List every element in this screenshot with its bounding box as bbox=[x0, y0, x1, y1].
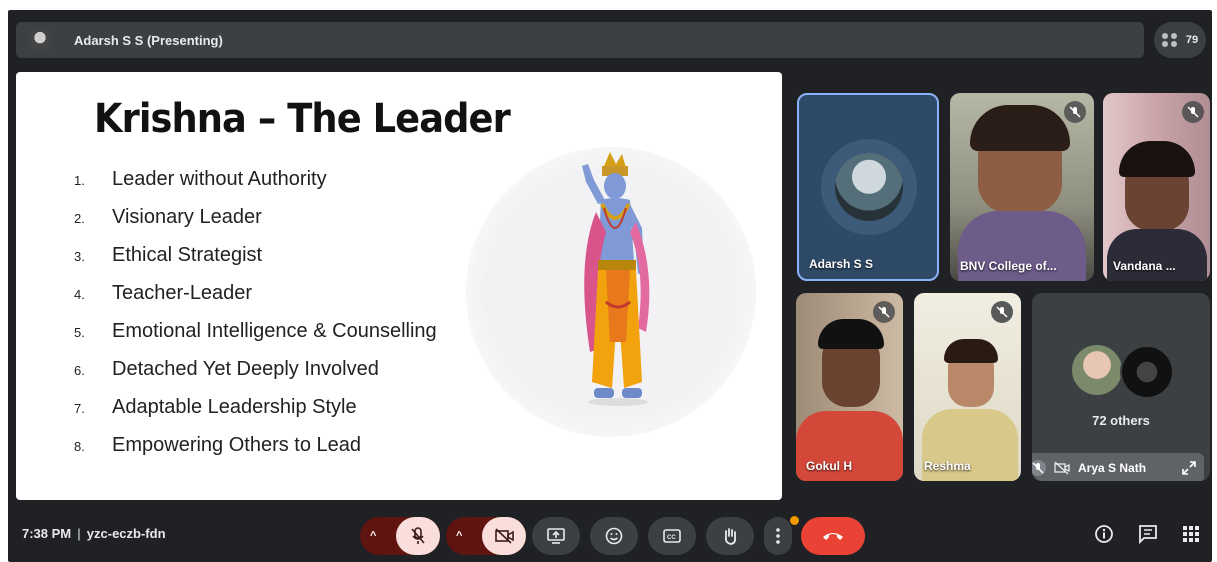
participant-tile-reshma[interactable]: Reshma bbox=[914, 293, 1021, 481]
info-icon bbox=[1095, 525, 1113, 543]
chat-icon bbox=[1139, 525, 1157, 545]
avatar bbox=[835, 153, 903, 221]
list-item: 8. Empowering Others to Lead bbox=[74, 434, 437, 472]
list-text: Leader without Authority bbox=[112, 168, 327, 190]
mic-off-icon bbox=[873, 301, 895, 323]
video-hair bbox=[944, 339, 998, 363]
presenter-label: Adarsh S S (Presenting) bbox=[74, 32, 223, 48]
hang-up-icon bbox=[823, 533, 843, 540]
participant-tile-vandana[interactable]: Vandana ... bbox=[1103, 93, 1210, 281]
control-bar: 7:38 PM | yzc-eczb-fdn ^ ^ CC bbox=[8, 510, 1212, 562]
presenter-avatar bbox=[28, 28, 52, 52]
list-item: 3. Ethical Strategist bbox=[74, 244, 437, 282]
meeting-details-button[interactable] bbox=[1094, 524, 1114, 549]
others-avatar bbox=[1072, 345, 1122, 395]
list-number: 1. bbox=[74, 173, 85, 188]
camera-group: ^ bbox=[446, 517, 526, 555]
arya-chip[interactable]: Arya S Nath bbox=[1032, 453, 1204, 481]
present-screen-icon bbox=[547, 528, 565, 544]
captions-button[interactable]: CC bbox=[648, 517, 696, 555]
list-item: 2. Visionary Leader bbox=[74, 206, 437, 244]
chat-button[interactable] bbox=[1138, 524, 1158, 549]
mic-off-icon bbox=[411, 527, 425, 544]
list-item: 7. Adaptable Leadership Style bbox=[74, 396, 437, 434]
mic-off-icon bbox=[1032, 460, 1046, 476]
list-text: Detached Yet Deeply Involved bbox=[112, 358, 379, 380]
mic-off-icon bbox=[1064, 101, 1086, 123]
list-text: Emotional Intelligence & Counselling bbox=[112, 320, 437, 342]
others-tile[interactable]: 72 others Arya S Nath bbox=[1032, 293, 1210, 481]
list-text: Visionary Leader bbox=[112, 206, 262, 228]
hand-icon bbox=[724, 528, 737, 545]
notification-dot bbox=[790, 516, 799, 525]
more-options-button[interactable] bbox=[764, 517, 792, 555]
slide-title: Krishna – The Leader bbox=[94, 96, 511, 142]
mic-off-icon bbox=[1182, 101, 1204, 123]
mic-options-chevron-icon[interactable]: ^ bbox=[370, 530, 376, 542]
video-hair bbox=[1119, 141, 1195, 177]
participants-button[interactable]: 79 bbox=[1154, 22, 1206, 58]
participant-name: Gokul H bbox=[806, 459, 853, 473]
list-item: 6. Detached Yet Deeply Involved bbox=[74, 358, 437, 396]
participant-tile-bnv[interactable]: BNV College of... bbox=[950, 93, 1094, 281]
participant-name: Vandana ... bbox=[1113, 259, 1176, 273]
expand-icon[interactable] bbox=[1182, 461, 1196, 475]
others-avatar bbox=[1120, 345, 1174, 399]
list-number: 5. bbox=[74, 325, 85, 340]
participant-tile-adarsh[interactable]: Adarsh S S bbox=[797, 93, 939, 281]
camera-off-icon bbox=[495, 528, 514, 544]
mic-off-icon bbox=[991, 301, 1013, 323]
list-item: 1. Leader without Authority bbox=[74, 168, 437, 206]
list-text: Ethical Strategist bbox=[112, 244, 263, 266]
meeting-info: 7:38 PM | yzc-eczb-fdn bbox=[22, 526, 166, 541]
participant-name: BNV College of... bbox=[960, 259, 1057, 273]
list-item: 4. Teacher-Leader bbox=[74, 282, 437, 320]
participant-name: Adarsh S S bbox=[809, 257, 874, 271]
list-number: 7. bbox=[74, 401, 85, 416]
list-number: 4. bbox=[74, 287, 85, 302]
svg-text:CC: CC bbox=[667, 535, 676, 541]
participant-count: 79 bbox=[1185, 34, 1199, 46]
presentation-slide: Krishna – The Leader 1. Leader without Au… bbox=[16, 72, 782, 500]
leave-call-button[interactable] bbox=[801, 517, 865, 555]
participant-tile-gokul[interactable]: Gokul H bbox=[796, 293, 903, 481]
mic-toggle-button[interactable] bbox=[396, 517, 440, 555]
emoji-icon bbox=[605, 527, 623, 545]
more-vert-icon bbox=[776, 528, 780, 544]
list-item: 5. Emotional Intelligence & Counselling bbox=[74, 320, 437, 358]
camera-options-chevron-icon[interactable]: ^ bbox=[456, 530, 462, 542]
separator: | bbox=[77, 526, 81, 541]
people-icon bbox=[1161, 33, 1180, 47]
meeting-time: 7:38 PM bbox=[22, 526, 72, 541]
list-text: Empowering Others to Lead bbox=[112, 434, 362, 456]
krishna-illustration bbox=[582, 152, 650, 406]
meeting-code: yzc-eczb-fdn bbox=[86, 526, 166, 541]
list-number: 3. bbox=[74, 249, 85, 264]
list-text: Adaptable Leadership Style bbox=[112, 396, 357, 418]
present-button[interactable] bbox=[532, 517, 580, 555]
reactions-button[interactable] bbox=[590, 517, 638, 555]
apps-grid-icon bbox=[1183, 526, 1199, 542]
others-count: 72 others bbox=[1092, 413, 1150, 428]
camera-toggle-button[interactable] bbox=[482, 517, 526, 555]
list-text: Teacher-Leader bbox=[112, 282, 253, 304]
list-number: 6. bbox=[74, 363, 85, 378]
list-number: 2. bbox=[74, 211, 85, 226]
participant-name: Reshma bbox=[924, 459, 971, 473]
camera-off-icon bbox=[1054, 461, 1070, 475]
video-hair bbox=[970, 105, 1070, 151]
list-number: 8. bbox=[74, 439, 85, 454]
participant-name: Arya S Nath bbox=[1078, 461, 1147, 475]
video-hair bbox=[818, 319, 884, 349]
video-body bbox=[1107, 229, 1207, 281]
activities-button[interactable] bbox=[1182, 525, 1200, 548]
slide-list: 1. Leader without Authority 2. Visionary L… bbox=[74, 168, 437, 472]
presenting-bar[interactable]: Adarsh S S (Presenting) bbox=[16, 22, 1144, 58]
captions-icon: CC bbox=[663, 529, 681, 543]
raise-hand-button[interactable] bbox=[706, 517, 754, 555]
meet-window: Adarsh S S (Presenting) 79 Krishna – The… bbox=[8, 10, 1212, 562]
mic-group: ^ bbox=[360, 517, 440, 555]
